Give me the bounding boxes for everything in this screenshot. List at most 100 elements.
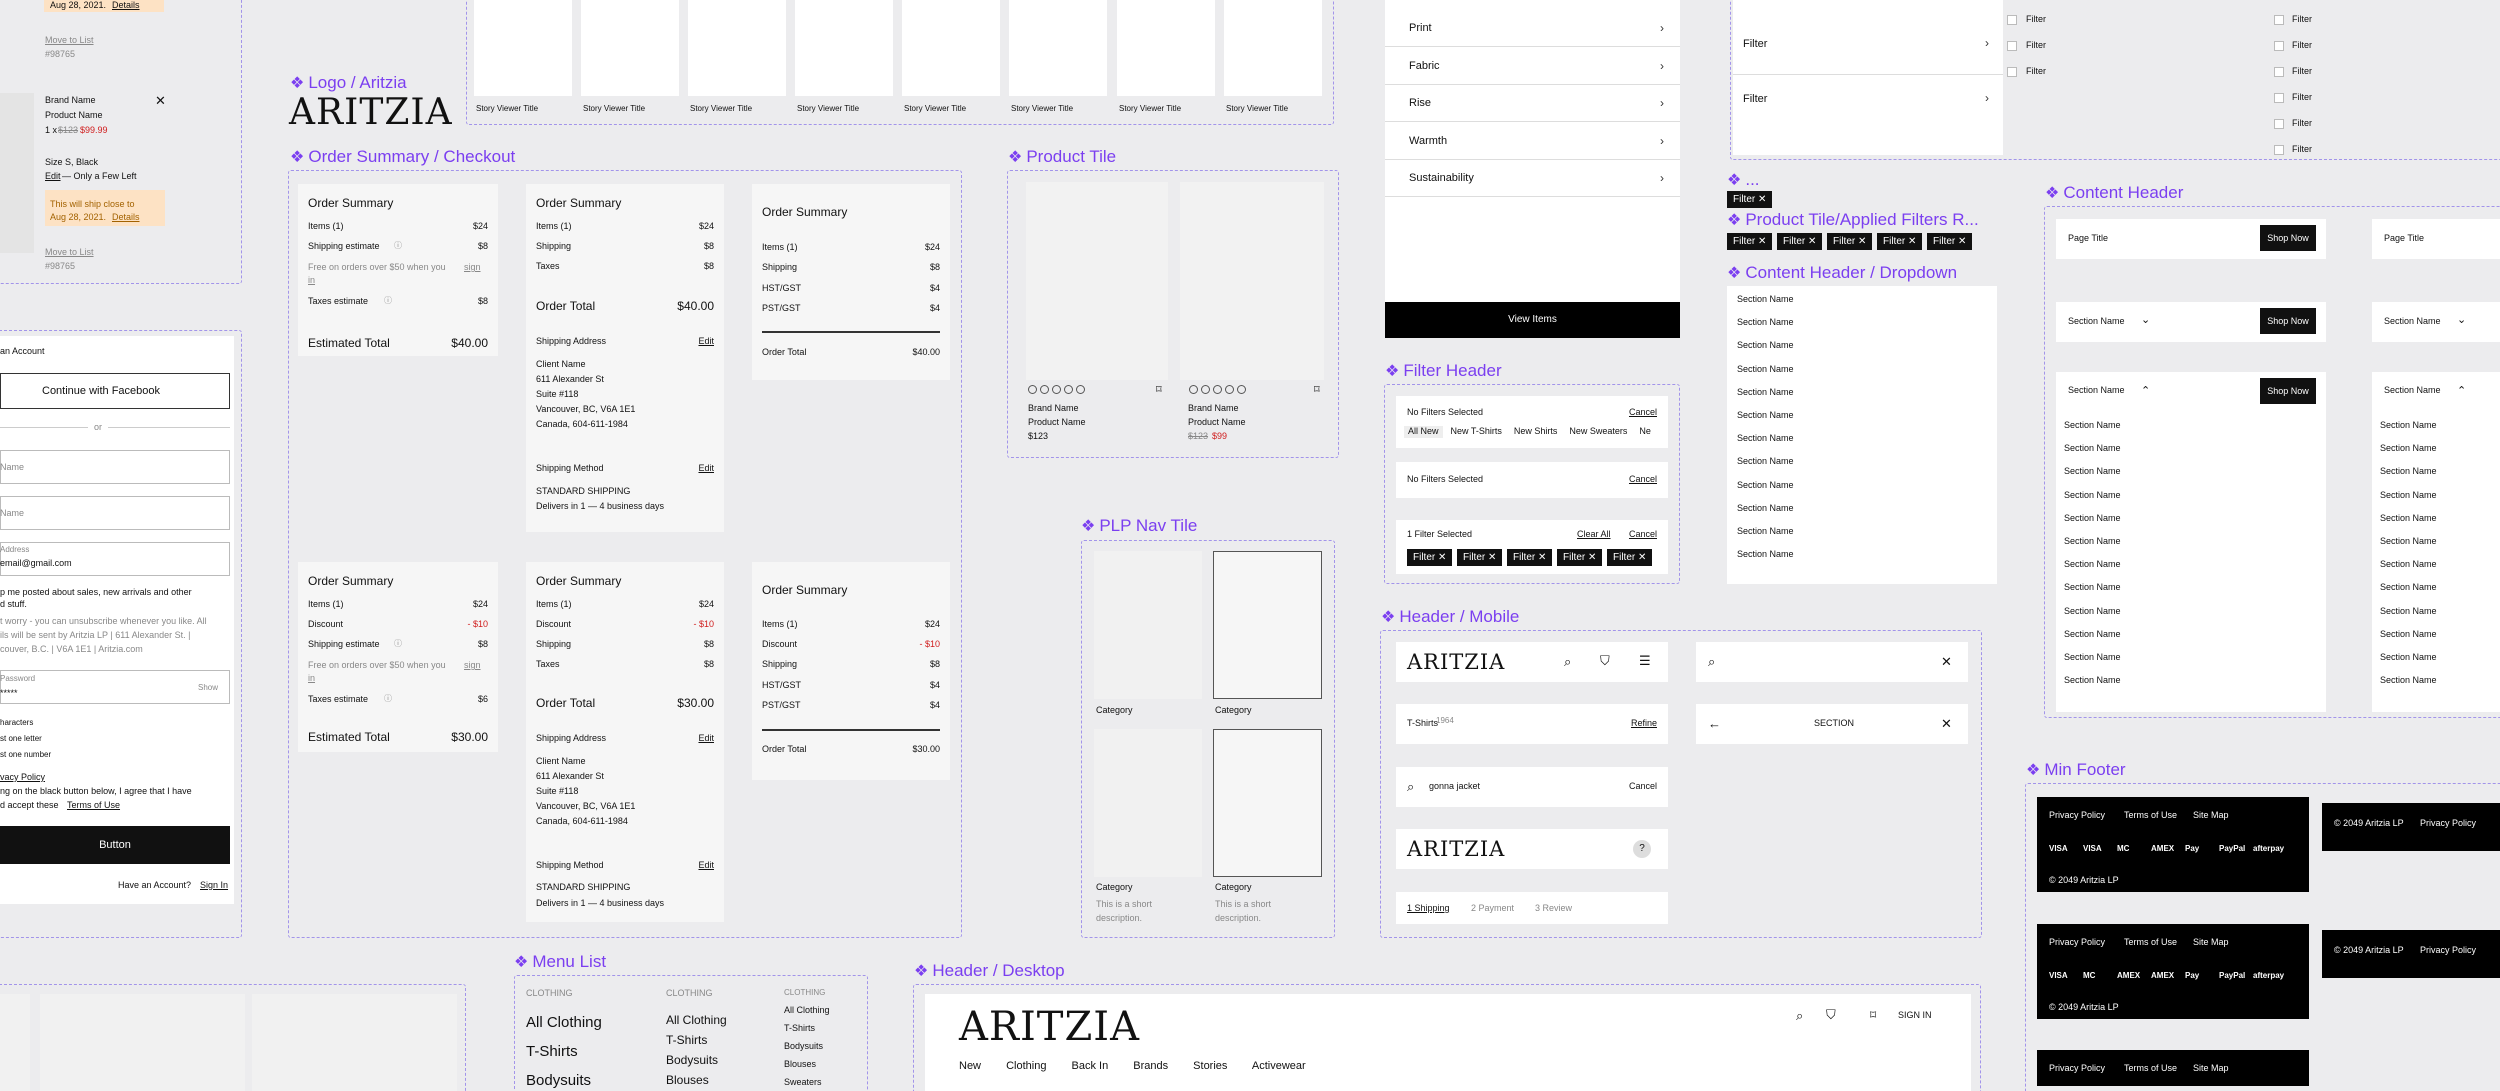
section-name[interactable]: Section Name <box>2384 385 2441 396</box>
close-icon[interactable]: ✕ <box>1941 716 1952 731</box>
filter-checkbox[interactable] <box>2007 67 2017 77</box>
filter-chip[interactable]: Filter ✕ <box>1727 191 1773 208</box>
accordion-filter-2[interactable]: Filter <box>1743 93 1767 106</box>
content-section-item[interactable]: Section Name <box>2064 490 2121 501</box>
footer-terms-link[interactable]: Terms of Use <box>2124 810 2177 821</box>
dropdown-section-item[interactable]: Section Name <box>1737 549 1794 560</box>
os-edit-address-link[interactable]: Edit <box>698 733 714 744</box>
bag-icon[interactable]: ⛉ <box>1826 1007 1836 1022</box>
info-icon[interactable]: ⓘ <box>384 694 392 704</box>
chevron-up-icon[interactable]: ⌃ <box>2457 385 2466 398</box>
footer-sitemap-link[interactable]: Site Map <box>2193 1063 2229 1074</box>
story-viewer-card[interactable] <box>688 0 786 96</box>
refine-link[interactable]: Refine <box>1631 718 1657 729</box>
shop-now-button[interactable]: Shop Now <box>2260 308 2316 334</box>
bookmark-icon[interactable]: ⌑ <box>1870 1008 1876 1022</box>
filter-checkbox[interactable] <box>2274 67 2284 77</box>
cancel-link[interactable]: Cancel <box>1629 474 1657 485</box>
menu-icon[interactable]: ☰ <box>1639 653 1651 668</box>
story-viewer-card[interactable] <box>1009 0 1107 96</box>
filter-chip[interactable]: Filter ✕ <box>1607 549 1653 566</box>
applied-filter-chip[interactable]: Filter ✕ <box>1827 233 1873 250</box>
privacy-policy-link[interactable]: vacy Policy <box>0 772 45 783</box>
nav-new[interactable]: New <box>959 1060 981 1072</box>
content-section-item[interactable]: Section Name <box>2380 490 2437 501</box>
plp-tile-image-4[interactable] <box>1213 729 1322 877</box>
first-name-input[interactable] <box>0 450 230 484</box>
content-section-item[interactable]: Section Name <box>2380 606 2437 617</box>
footer-privacy-link[interactable]: Privacy Policy <box>2049 810 2105 821</box>
mobile-logo[interactable]: ARITZIA <box>1407 650 1505 674</box>
dropdown-section-item[interactable]: Section Name <box>1737 364 1794 375</box>
content-section-item[interactable]: Section Name <box>2380 559 2437 570</box>
plp-tile-image-3[interactable] <box>1094 729 1202 877</box>
chevron-right-icon[interactable]: › <box>1660 134 1664 148</box>
checkout-logo[interactable]: ARITZIA <box>1407 837 1505 861</box>
dropdown-section-item[interactable]: Section Name <box>1737 456 1794 467</box>
menu-item-bodysuits[interactable]: Bodysuits <box>666 1053 718 1067</box>
color-swatches-1[interactable] <box>1028 385 1088 394</box>
filter-checkbox[interactable] <box>2007 15 2017 25</box>
applied-filter-chip[interactable]: Filter ✕ <box>1727 233 1773 250</box>
content-section-item[interactable]: Section Name <box>2064 652 2121 663</box>
story-viewer-card[interactable] <box>1224 0 1322 96</box>
nav-back-in[interactable]: Back In <box>1072 1060 1109 1072</box>
os-in-link[interactable]: in <box>308 275 315 286</box>
filter-checkbox[interactable] <box>2274 119 2284 129</box>
content-section-item[interactable]: Section Name <box>2064 582 2121 593</box>
menu-item-bodysuits[interactable]: Bodysuits <box>784 1041 823 1052</box>
footer-sitemap-link[interactable]: Site Map <box>2193 937 2229 948</box>
content-section-item[interactable]: Section Name <box>2064 443 2121 454</box>
product-image-2[interactable] <box>1180 182 1324 380</box>
filter-list-item[interactable]: Rise <box>1409 97 1431 110</box>
footer-privacy-link[interactable]: Privacy Policy <box>2049 1063 2105 1074</box>
search-icon[interactable]: ⌕ <box>1796 1008 1803 1023</box>
last-name-input[interactable] <box>0 496 230 530</box>
color-swatches-2[interactable] <box>1189 385 1249 394</box>
content-section-item[interactable]: Section Name <box>2064 606 2121 617</box>
terms-link[interactable]: Terms of Use <box>67 800 120 811</box>
menu-item-blouses[interactable]: Blouses <box>784 1059 816 1070</box>
filter-chip[interactable]: Filter ✕ <box>1457 549 1503 566</box>
filter-chip[interactable]: Filter ✕ <box>1507 549 1553 566</box>
close-icon[interactable]: ✕ <box>155 93 166 108</box>
menu-item-blouses[interactable]: Blouses <box>666 1073 709 1087</box>
applied-filter-chip[interactable]: Filter ✕ <box>1877 233 1923 250</box>
content-section-item[interactable]: Section Name <box>2064 513 2121 524</box>
menu-item-tshirts[interactable]: T-Shirts <box>784 1023 815 1034</box>
applied-filter-chip[interactable]: Filter ✕ <box>1927 233 1973 250</box>
tab-new-more[interactable]: Ne <box>1639 426 1651 436</box>
menu-item-all[interactable]: All Clothing <box>784 1005 830 1016</box>
story-viewer-card[interactable] <box>902 0 1000 96</box>
content-section-item[interactable]: Section Name <box>2064 629 2121 640</box>
tab-new-tshirts[interactable]: New T-Shirts <box>1451 426 1502 436</box>
plp-tile-image-2[interactable] <box>1213 551 1322 699</box>
sign-in-link[interactable]: Sign In <box>200 880 228 891</box>
details-link-2[interactable]: Details <box>112 212 140 223</box>
content-section-item[interactable]: Section Name <box>2380 652 2437 663</box>
chevron-right-icon[interactable]: › <box>1660 171 1664 185</box>
tab-new-shirts[interactable]: New Shirts <box>1514 426 1558 436</box>
story-viewer-card[interactable] <box>581 0 679 96</box>
content-section-item[interactable]: Section Name <box>2380 629 2437 640</box>
footer-terms-link[interactable]: Terms of Use <box>2124 937 2177 948</box>
cancel-link[interactable]: Cancel <box>1629 529 1657 540</box>
sign-in-button[interactable]: SIGN IN <box>1898 1010 1932 1021</box>
content-section-item[interactable]: Section Name <box>2380 536 2437 547</box>
shop-now-button[interactable]: Shop Now <box>2260 225 2316 251</box>
filter-chip[interactable]: Filter ✕ <box>1557 549 1603 566</box>
bookmark-icon[interactable]: ⌑ <box>1314 384 1320 397</box>
search-input[interactable]: gonna jacket <box>1429 781 1480 792</box>
step-payment[interactable]: 2 Payment <box>1471 903 1514 914</box>
filter-checkbox[interactable] <box>2274 41 2284 51</box>
content-section-item[interactable]: Section Name <box>2380 420 2437 431</box>
section-name[interactable]: Section Name <box>2384 316 2441 327</box>
chevron-up-icon[interactable]: ⌃ <box>2141 385 2150 398</box>
chevron-down-icon[interactable]: ⌄ <box>2141 314 2150 327</box>
menu-item-bodysuits[interactable]: Bodysuits <box>526 1072 591 1089</box>
dropdown-section-item[interactable]: Section Name <box>1737 294 1794 305</box>
os-sign-link[interactable]: sign <box>464 262 481 273</box>
filter-list-item[interactable]: Fabric <box>1409 60 1440 73</box>
content-section-item[interactable]: Section Name <box>2380 675 2437 686</box>
view-items-button[interactable]: View Items <box>1385 302 1680 338</box>
